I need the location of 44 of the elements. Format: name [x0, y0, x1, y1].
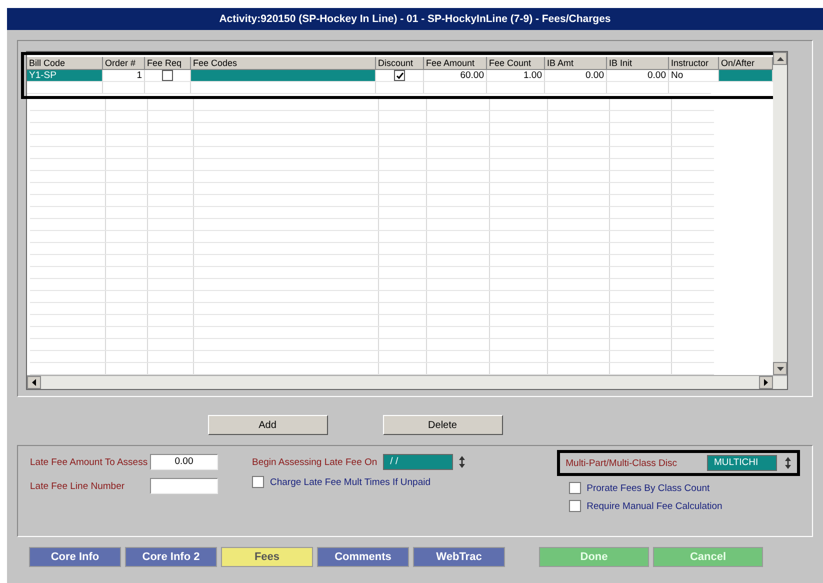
dropdown-field[interactable]: MULTICHI [707, 455, 777, 471]
checkbox[interactable] [568, 500, 581, 512]
tab[interactable]: Core Info 2 [125, 547, 217, 567]
column-header[interactable]: IB Amt [545, 57, 607, 70]
scroll-left-icon[interactable] [32, 379, 36, 386]
column-header[interactable]: Fee Codes [191, 57, 376, 70]
column-header[interactable]: IB Init [607, 57, 669, 70]
column-header[interactable]: Fee Amount [424, 57, 487, 70]
field-label: Multi-Part/Multi-Class Disc [566, 458, 677, 468]
field-label: Begin Assessing Late Fee On [252, 456, 378, 468]
input-field[interactable] [150, 478, 218, 494]
checkbox[interactable] [394, 70, 405, 81]
field-label: Late Fee Line Number [30, 480, 126, 492]
column-header[interactable]: On/After [719, 57, 773, 70]
scroll-right-icon[interactable] [764, 379, 768, 386]
spinner-icon[interactable] [785, 457, 791, 469]
scroll-up-icon[interactable] [776, 56, 784, 60]
date-field[interactable]: / / [383, 454, 454, 470]
window-title: Activity:920150 (SP-Hockey In Line) - 01 - SP-HockyInLine (7-9) - Fees/Charges [7, 8, 823, 30]
column-header[interactable]: Discount [376, 57, 424, 70]
column-header[interactable]: Bill Code [27, 57, 103, 70]
checkbox-label: Require Manual Fee Calculation [586, 500, 722, 512]
checkbox[interactable] [162, 70, 173, 81]
checkbox[interactable] [252, 476, 264, 488]
action-button[interactable]: Add [208, 415, 328, 435]
column-header[interactable]: Fee Req [145, 57, 191, 70]
action-button[interactable]: Delete [382, 415, 502, 435]
tab[interactable]: Comments [317, 547, 409, 567]
vertical-scrollbar[interactable] [773, 52, 787, 375]
checkbox[interactable] [568, 482, 581, 494]
checkbox-label: Charge Late Fee Mult Times If Unpaid [270, 476, 431, 488]
table-cell: Y1-SP [27, 70, 103, 82]
field-label: Late Fee Amount To Assess [30, 456, 149, 468]
spinner-icon[interactable] [459, 456, 466, 468]
horizontal-scrollbar[interactable] [27, 375, 787, 389]
column-header[interactable]: Order # [103, 57, 145, 70]
tab[interactable]: Fees [221, 547, 313, 567]
column-header[interactable]: Fee Count [487, 57, 545, 70]
tab[interactable]: Core Info [29, 547, 121, 567]
column-header[interactable]: Instructor [669, 57, 719, 70]
tab[interactable]: WebTrac [413, 547, 505, 567]
checkbox-label: Prorate Fees By Class Count [586, 482, 710, 494]
input-field[interactable]: 0.00 [150, 454, 218, 470]
scroll-down-icon[interactable] [776, 366, 784, 370]
